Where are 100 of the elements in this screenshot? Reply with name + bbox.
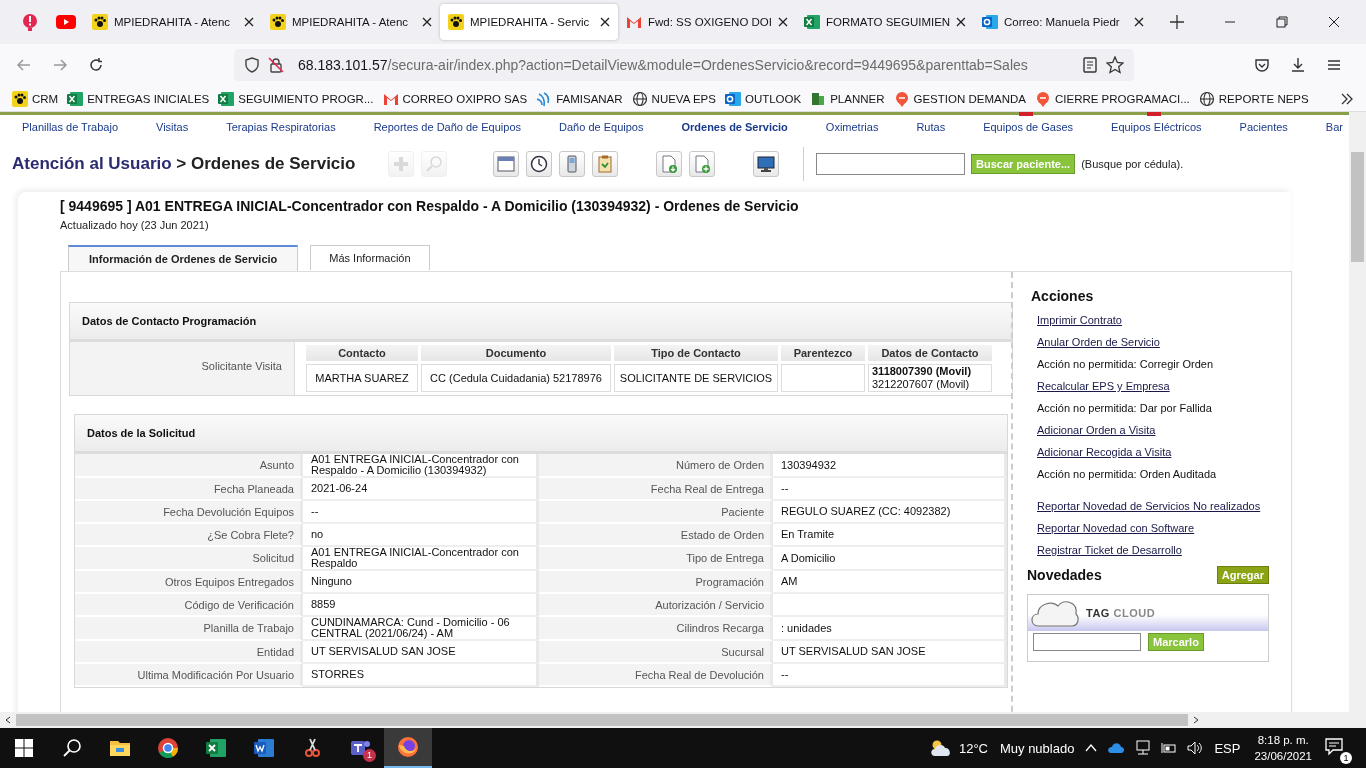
close-icon[interactable] xyxy=(244,17,254,27)
field-label: Estado de Orden xyxy=(539,524,773,547)
browser-tab[interactable]: MPIEDRAHITA - Atenc xyxy=(262,4,440,40)
browser-tab[interactable]: FORMATO SEGUIMIEN xyxy=(796,4,974,40)
pocket-icon[interactable] xyxy=(1254,57,1270,73)
reader-view-icon[interactable] xyxy=(1082,57,1098,73)
browser-tab[interactable]: Correo: Manuela Piedr xyxy=(974,4,1152,40)
language-indicator[interactable]: ESP xyxy=(1214,740,1241,756)
patient-search-field[interactable] xyxy=(816,153,965,175)
bookmark[interactable]: GESTION DEMANDA xyxy=(893,90,1026,107)
table-cell: CC (Cedula Cuidadania) 52178976 xyxy=(421,364,611,392)
spreadsheet-icon xyxy=(67,90,84,107)
close-icon[interactable] xyxy=(422,17,432,27)
bookmark[interactable]: OUTLOOK xyxy=(724,90,802,107)
tag-field[interactable] xyxy=(1033,633,1141,651)
word-icon xyxy=(252,736,276,760)
nav-link[interactable]: Oximetrias xyxy=(825,120,879,133)
action-link[interactable]: Reportar Novedad de Servicios No realizados xyxy=(1037,500,1291,512)
clipboard-button[interactable] xyxy=(592,151,618,177)
tab[interactable]: Más Información xyxy=(310,245,430,270)
bookmark[interactable]: CRM xyxy=(12,90,59,107)
clock-time[interactable]: 8:18 p. m. xyxy=(1257,732,1309,748)
back-icon[interactable] xyxy=(16,57,32,73)
nav-link[interactable]: Equipos Eléctricos xyxy=(1111,120,1202,133)
vertical-scrollbar[interactable] xyxy=(1349,112,1366,712)
calendar-button[interactable] xyxy=(493,151,519,177)
reload-icon[interactable] xyxy=(88,57,104,73)
action-link[interactable]: Recalcular EPS y Empresa xyxy=(1037,380,1291,392)
nav-link[interactable]: Planillas de Trabajo xyxy=(22,120,118,133)
table-cell: MARTHA SUAREZ xyxy=(306,364,418,392)
field-label: Otros Equipos Entregados xyxy=(75,571,303,594)
bookmark[interactable]: ENTREGAS INICIALES xyxy=(67,90,210,107)
column-header: Datos de Contacto xyxy=(868,345,992,361)
nav-link[interactable]: Terapias Respiratorias xyxy=(226,120,336,133)
action-link[interactable]: Adicionar Recogida a Visita xyxy=(1037,446,1291,458)
clock-button[interactable] xyxy=(526,151,552,177)
close-icon[interactable] xyxy=(778,17,788,27)
browser-tab[interactable]: Fwd: SS OXIGENO DOI xyxy=(618,4,796,40)
bookmark[interactable]: SEGUIMIENTO PROGR... xyxy=(218,90,374,107)
tab-title: MPIEDRAHITA - Atenc xyxy=(292,16,410,28)
action-link[interactable]: Reportar Novedad con Software xyxy=(1037,522,1291,534)
nav-link[interactable]: Visitas xyxy=(156,120,189,133)
notifications-icon[interactable] xyxy=(1324,736,1344,756)
nav-link[interactable]: Reportes de Daño de Equipos xyxy=(373,120,522,133)
browser-tab[interactable]: MPIEDRAHITA - Servic xyxy=(440,4,618,40)
action-link[interactable]: Imprimir Contrato xyxy=(1037,314,1291,326)
monitor-button[interactable] xyxy=(753,151,779,177)
star-icon[interactable] xyxy=(1106,56,1124,74)
tab[interactable]: Información de Ordenes de Servicio xyxy=(68,245,299,271)
new-tab-icon[interactable] xyxy=(1170,15,1184,29)
cloud-icon[interactable] xyxy=(1107,742,1126,754)
taskbar-button[interactable]: 1 xyxy=(336,728,384,768)
action-link[interactable]: Adicionar Orden a Visita xyxy=(1037,424,1291,436)
download-icon[interactable] xyxy=(1290,57,1306,73)
chevron-up-icon[interactable] xyxy=(1085,744,1098,752)
tab-title: Fwd: SS OXIGENO DOI xyxy=(648,16,772,28)
field-value: -- xyxy=(773,664,1007,687)
calendar-icon xyxy=(496,154,516,174)
doc-add-button[interactable] xyxy=(689,151,715,177)
bookmark[interactable]: FAMISANAR xyxy=(536,90,623,107)
browser-tab[interactable]: MPIEDRAHITA - Atenc xyxy=(84,4,262,40)
close-icon[interactable] xyxy=(1134,17,1144,27)
nav-link[interactable]: Equipos de Gases xyxy=(983,120,1074,133)
nav-link[interactable]: Pacientes xyxy=(1239,120,1288,133)
bookmark[interactable]: REPORTE NEPS xyxy=(1198,90,1309,107)
forward-icon[interactable] xyxy=(52,57,68,73)
nav-link[interactable]: Ordenes de Servicio xyxy=(681,120,788,133)
action-link[interactable]: Registrar Ticket de Desarrollo xyxy=(1037,544,1291,556)
more-bookmarks-icon[interactable] xyxy=(1340,91,1354,106)
weather-text[interactable]: Muy nublado xyxy=(999,740,1075,756)
close-icon[interactable] xyxy=(956,17,966,27)
close-icon[interactable] xyxy=(1328,16,1340,28)
temperature[interactable]: 12°C xyxy=(958,740,988,756)
bookmark[interactable]: NUEVA EPS xyxy=(631,90,716,107)
nav-link[interactable]: Daño de Equipos xyxy=(559,120,644,133)
doc-down-button[interactable] xyxy=(656,151,682,177)
nav-link[interactable]: Rutas xyxy=(916,120,946,133)
taskbar-button[interactable] xyxy=(384,728,432,768)
search-hint: (Busque por cédula). xyxy=(1081,158,1184,170)
planner-icon xyxy=(810,90,827,107)
scroll-right-icon[interactable] xyxy=(1192,716,1200,724)
scroll-left-icon[interactable] xyxy=(4,716,12,724)
cloudy-weather-icon[interactable] xyxy=(928,738,953,758)
phone-button[interactable] xyxy=(559,151,585,177)
bookmark[interactable]: CIERRE PROGRAMACI... xyxy=(1034,90,1190,107)
close-icon[interactable] xyxy=(600,17,610,27)
horizontal-scrollbar[interactable] xyxy=(0,712,1366,728)
volume-icon[interactable] xyxy=(1187,741,1204,755)
bookmark[interactable]: CORREO OXIPRO SAS xyxy=(382,90,528,107)
nav-link[interactable]: Bar xyxy=(1325,120,1343,133)
clock-date[interactable]: 23/06/2021 xyxy=(1254,748,1312,764)
address-field[interactable]: 68.183.101.57/secura-air/index.php?action=DetailView&module=OrdenesServicio&record=9449695&parenttab=Sales xyxy=(234,49,1134,81)
action-link[interactable]: Anular Orden de Servicio xyxy=(1037,336,1291,348)
menu-icon[interactable] xyxy=(1326,57,1342,73)
bookmark[interactable]: PLANNER xyxy=(810,90,885,107)
restore-icon[interactable] xyxy=(1276,16,1288,28)
notification-count: 1 xyxy=(1340,752,1352,764)
firefox-icon xyxy=(396,735,420,759)
network-icon[interactable] xyxy=(1135,740,1152,756)
battery-icon[interactable] xyxy=(1161,741,1178,755)
